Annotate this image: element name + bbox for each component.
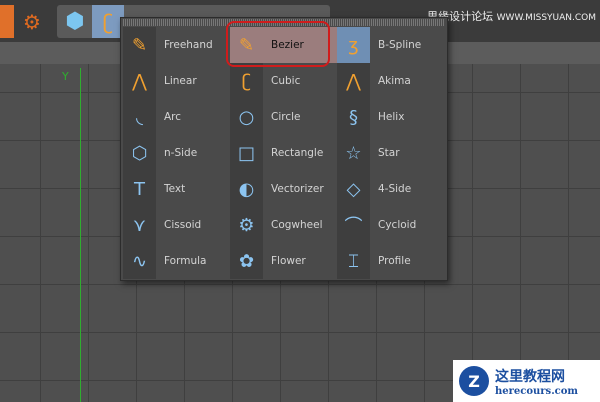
watermark-bottom: Z 这里教程网 herecours.com	[453, 360, 600, 402]
watermark-top: 思缘设计论坛 WWW.MISSYUAN.COM	[427, 10, 596, 23]
n-side-icon: ⬡	[123, 135, 156, 171]
menu-item-profile[interactable]: ⌶ Profile	[337, 243, 444, 279]
menu-item-label: Cogwheel	[271, 219, 323, 231]
menu-item-label: n-Side	[164, 147, 198, 159]
menu-item-label: Vectorizer	[271, 183, 324, 195]
star-icon: ☆	[337, 135, 370, 171]
menu-item-b-spline[interactable]: ʒ B-Spline	[337, 27, 444, 63]
rectangle-icon: □	[230, 135, 263, 171]
menu-item-label: Cissoid	[164, 219, 202, 231]
menu-item-cycloid[interactable]: ⌒ Cycloid	[337, 207, 444, 243]
menu-item-label: Circle	[271, 111, 301, 123]
menu-item-label: Cubic	[271, 75, 301, 87]
cycloid-icon: ⌒	[337, 207, 370, 243]
b-spline-icon: ʒ	[337, 27, 370, 63]
y-axis-line	[80, 68, 81, 402]
arc-icon: ◟	[123, 99, 156, 135]
menu-item-arc[interactable]: ◟ Arc	[123, 99, 230, 135]
menu-item-cissoid[interactable]: ⋎ Cissoid	[123, 207, 230, 243]
menu-item-label: Akima	[378, 75, 411, 87]
cogwheel-icon: ⚙	[230, 207, 263, 243]
menu-item-freehand[interactable]: ✎ Freehand	[123, 27, 230, 63]
menu-item-label: Profile	[378, 255, 411, 267]
menu-item-label: Cycloid	[378, 219, 417, 231]
flower-icon: ✿	[230, 243, 263, 279]
menu-item-label: B-Spline	[378, 39, 422, 51]
watermark-url: herecours.com	[495, 385, 579, 397]
highlight-ring	[226, 21, 330, 67]
helix-icon: §	[337, 99, 370, 135]
freehand-icon: ✎	[123, 27, 156, 63]
menu-item-star[interactable]: ☆ Star	[337, 135, 444, 171]
akima-icon: ⋀	[337, 63, 370, 99]
menu-item-label: Star	[378, 147, 400, 159]
cissoid-icon: ⋎	[123, 207, 156, 243]
menu-item-label: Text	[164, 183, 186, 195]
profile-icon: ⌶	[337, 243, 370, 279]
menu-item-label: Linear	[164, 75, 197, 87]
menu-item-label: Formula	[164, 255, 207, 267]
cubic-icon: ʗ	[230, 63, 263, 99]
menu-item-helix[interactable]: § Helix	[337, 99, 444, 135]
logo-icon: Z	[459, 366, 489, 396]
menu-item-label: Flower	[271, 255, 306, 267]
menu-item-cubic[interactable]: ʗ Cubic	[230, 63, 337, 99]
menu-item-text[interactable]: T Text	[123, 171, 230, 207]
circle-icon: ○	[230, 99, 263, 135]
4-side-icon: ◇	[337, 171, 370, 207]
menu-item-rectangle[interactable]: □ Rectangle	[230, 135, 337, 171]
vectorizer-icon: ◐	[230, 171, 263, 207]
menu-item-cogwheel[interactable]: ⚙ Cogwheel	[230, 207, 337, 243]
menu-item-linear[interactable]: ⋀ Linear	[123, 63, 230, 99]
watermark-cn: 这里教程网	[495, 368, 565, 385]
menu-item-label: 4-Side	[378, 183, 412, 195]
menu-item-circle[interactable]: ○ Circle	[230, 99, 337, 135]
menu-item-label: Arc	[164, 111, 182, 123]
y-axis-label: Y	[62, 70, 69, 83]
menu-item-formula[interactable]: ∿ Formula	[123, 243, 230, 279]
render-settings-button[interactable]: ⚙	[16, 5, 48, 38]
formula-icon: ∿	[123, 243, 156, 279]
cube-button[interactable]: ⬢	[59, 5, 91, 38]
menu-item-n-side[interactable]: ⬡ n-Side	[123, 135, 230, 171]
text-icon: T	[123, 171, 156, 207]
menu-item-label: Rectangle	[271, 147, 324, 159]
menu-item-4-side[interactable]: ◇ 4-Side	[337, 171, 444, 207]
menu-item-vectorizer[interactable]: ◐ Vectorizer	[230, 171, 337, 207]
linear-icon: ⋀	[123, 63, 156, 99]
menu-item-label: Freehand	[164, 39, 213, 51]
menu-item-flower[interactable]: ✿ Flower	[230, 243, 337, 279]
menu-item-akima[interactable]: ⋀ Akima	[337, 63, 444, 99]
menu-item-label: Helix	[378, 111, 405, 123]
render-icon[interactable]	[0, 5, 14, 38]
